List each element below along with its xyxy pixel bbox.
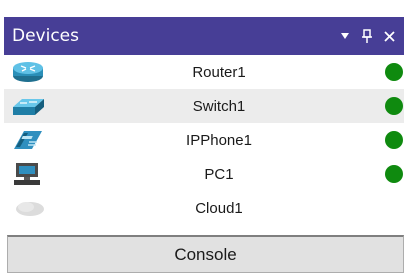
panel-title: Devices [12,26,79,46]
device-name: Switch1 [192,97,246,115]
cloud-icon [10,195,46,221]
dropdown-arrow-icon[interactable] [334,24,356,48]
device-list: Router1 Switch1 IPPhone1 PC1 Cloud1 [4,55,404,225]
device-row-router1[interactable]: Router1 [4,55,404,89]
ip-phone-icon [10,127,46,153]
status-indicator [385,63,403,81]
pc-icon [10,161,46,187]
router-icon [10,59,46,85]
device-name: Cloud1 [195,199,243,217]
status-indicator [385,165,403,183]
pin-icon[interactable] [356,24,378,48]
device-name: PC1 [204,165,234,183]
panel-title-bar: Devices [4,17,404,55]
device-name: IPPhone1 [186,131,252,149]
status-indicator [385,131,403,149]
device-name: Router1 [192,63,246,81]
device-row-pc1[interactable]: PC1 [4,157,404,191]
device-row-switch1[interactable]: Switch1 [4,89,404,123]
device-row-ipphone1[interactable]: IPPhone1 [4,123,404,157]
devices-panel: Devices Router1 Switch1 IPPhone1 PC1 Clo… [4,17,404,273]
switch-icon [10,93,46,119]
status-indicator [385,97,403,115]
close-icon[interactable] [378,24,400,48]
device-row-cloud1[interactable]: Cloud1 [4,191,404,225]
console-button[interactable]: Console [7,235,404,273]
